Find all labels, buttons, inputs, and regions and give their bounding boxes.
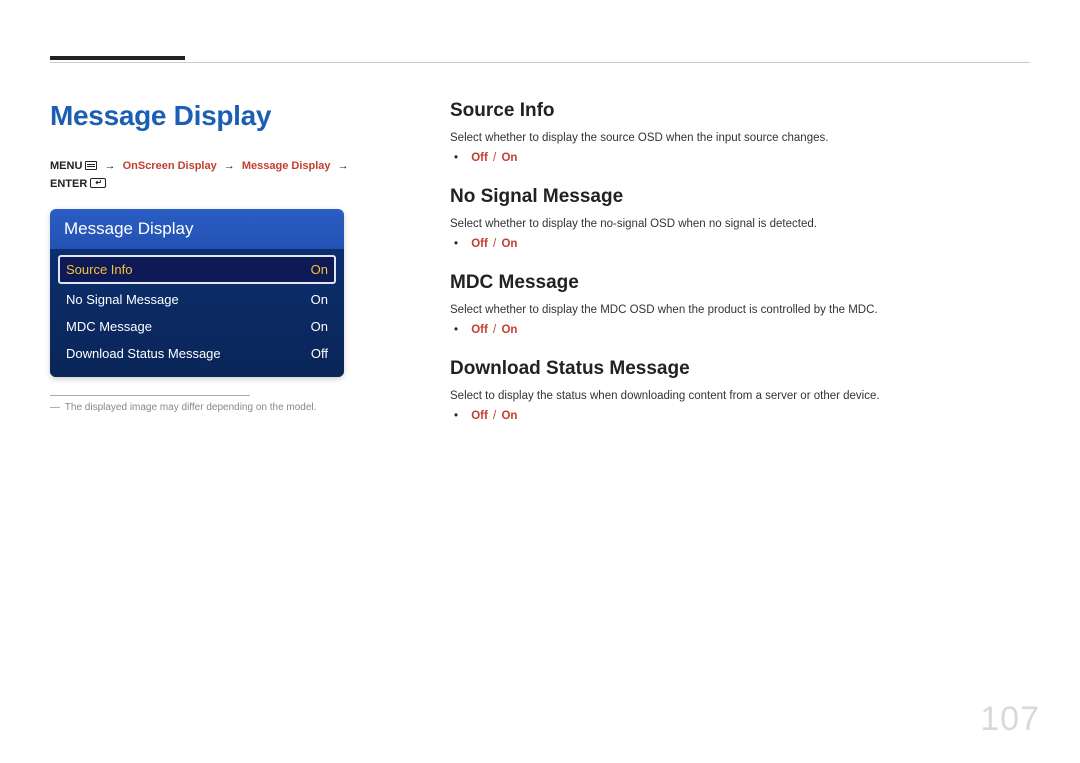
- breadcrumb-path-1: OnScreen Display: [123, 160, 217, 172]
- section-options: • Off / On: [450, 410, 1030, 422]
- right-column: Source Info Select whether to display th…: [450, 100, 1030, 444]
- osd-row-value: On: [311, 262, 328, 277]
- osd-row-label: Source Info: [66, 262, 133, 277]
- option-separator: /: [493, 238, 496, 250]
- option-off: Off: [471, 410, 488, 422]
- breadcrumb: MENU → OnScreen Display → Message Displa…: [50, 158, 360, 193]
- osd-row-label: MDC Message: [66, 319, 152, 334]
- osd-panel-body: Source Info On No Signal Message On MDC …: [50, 249, 344, 377]
- section-no-signal: No Signal Message Select whether to disp…: [450, 186, 1030, 250]
- bullet-icon: •: [454, 152, 458, 164]
- breadcrumb-menu-label: MENU: [50, 160, 82, 172]
- section-mdc: MDC Message Select whether to display th…: [450, 272, 1030, 336]
- osd-row-value: Off: [311, 346, 328, 361]
- page-title: Message Display: [50, 100, 360, 132]
- section-source-info: Source Info Select whether to display th…: [450, 100, 1030, 164]
- page-number: 107: [980, 700, 1040, 739]
- section-options: • Off / On: [450, 238, 1030, 250]
- osd-row-value: On: [311, 292, 328, 307]
- osd-row-no-signal[interactable]: No Signal Message On: [58, 286, 336, 313]
- osd-panel-header: Message Display: [50, 209, 344, 249]
- section-title: No Signal Message: [450, 186, 1030, 208]
- option-separator: /: [493, 152, 496, 164]
- menu-icon: [85, 161, 97, 170]
- option-off: Off: [471, 324, 488, 336]
- section-description: Select to display the status when downlo…: [450, 388, 1030, 404]
- footnote-divider: [50, 395, 250, 396]
- bullet-icon: •: [454, 324, 458, 336]
- section-description: Select whether to display the source OSD…: [450, 130, 1030, 146]
- breadcrumb-path-2: Message Display: [242, 160, 331, 172]
- option-on: On: [501, 238, 517, 250]
- osd-row-label: No Signal Message: [66, 292, 179, 307]
- section-title: MDC Message: [450, 272, 1030, 294]
- osd-row-source-info[interactable]: Source Info On: [58, 255, 336, 284]
- option-on: On: [501, 152, 517, 164]
- option-on: On: [501, 324, 517, 336]
- section-options: • Off / On: [450, 324, 1030, 336]
- section-title: Source Info: [450, 100, 1030, 122]
- osd-row-mdc[interactable]: MDC Message On: [58, 313, 336, 340]
- arrow-icon: →: [224, 160, 235, 172]
- osd-row-download-status[interactable]: Download Status Message Off: [58, 340, 336, 367]
- section-description: Select whether to display the no-signal …: [450, 216, 1030, 232]
- osd-panel: Message Display Source Info On No Signal…: [50, 209, 344, 377]
- osd-row-value: On: [311, 319, 328, 334]
- bullet-icon: •: [454, 410, 458, 422]
- section-download-status: Download Status Message Select to displa…: [450, 358, 1030, 422]
- footnote: The displayed image may differ depending…: [50, 402, 360, 413]
- option-on: On: [501, 410, 517, 422]
- left-column: Message Display MENU → OnScreen Display …: [50, 100, 360, 413]
- option-off: Off: [471, 238, 488, 250]
- arrow-icon: →: [105, 160, 116, 172]
- section-description: Select whether to display the MDC OSD wh…: [450, 302, 1030, 318]
- option-separator: /: [493, 324, 496, 336]
- header-tab-marker: [50, 56, 185, 60]
- option-off: Off: [471, 152, 488, 164]
- breadcrumb-enter-label: ENTER: [50, 178, 87, 190]
- section-options: • Off / On: [450, 152, 1030, 164]
- bullet-icon: •: [454, 238, 458, 250]
- enter-icon: [90, 178, 106, 188]
- arrow-icon: →: [338, 160, 349, 172]
- option-separator: /: [493, 410, 496, 422]
- header-divider: [50, 62, 1030, 63]
- osd-row-label: Download Status Message: [66, 346, 221, 361]
- section-title: Download Status Message: [450, 358, 1030, 380]
